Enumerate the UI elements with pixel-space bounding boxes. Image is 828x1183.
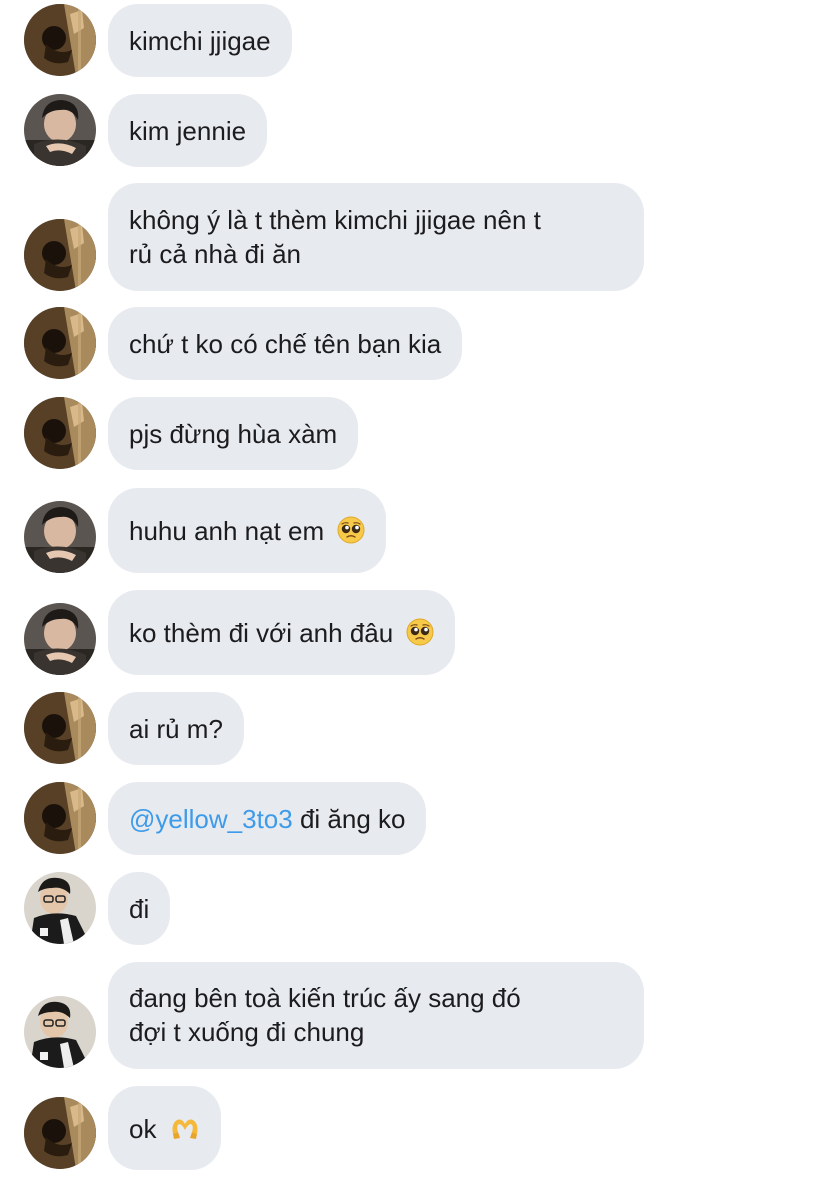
message-text: ok xyxy=(129,1114,157,1144)
message-bubble[interactable]: ok xyxy=(108,1086,221,1170)
message-bubble[interactable]: không ý là t thèm kimchi jjigae nên t rủ… xyxy=(108,183,644,291)
message-text: chứ t ko có chế tên bạn kia xyxy=(129,329,442,359)
message-bubble[interactable]: đang bên toà kiến trúc ấy sang đó đợi t … xyxy=(108,962,644,1069)
user-mention-link[interactable]: @yellow_3to3 xyxy=(129,804,293,834)
message-text: đi xyxy=(129,894,150,924)
message-bubble[interactable]: pjs đừng hùa xàm xyxy=(108,397,359,470)
avatar[interactable] xyxy=(24,692,96,764)
avatar[interactable] xyxy=(24,782,96,854)
message-bubble[interactable]: chứ t ko có chế tên bạn kia xyxy=(108,307,463,380)
message-bubble[interactable]: đi xyxy=(108,872,171,945)
message-text: ko thèm đi với anh đâu xyxy=(129,618,394,648)
message-bubble[interactable]: huhu anh nạt em xyxy=(108,488,387,573)
message-bubble[interactable]: @yellow_3to3 đi ăng ko xyxy=(108,782,427,855)
message-text: huhu anh nạt em xyxy=(129,516,325,546)
message-text-line: rủ cả nhà đi ăn xyxy=(129,239,302,269)
message-text-line: đang bên toà kiến trúc ấy sang đó xyxy=(129,983,521,1013)
message-text: kimchi jjigae xyxy=(129,26,271,56)
avatar[interactable] xyxy=(24,219,96,291)
message-text: kim jennie xyxy=(129,116,247,146)
avatar[interactable] xyxy=(24,996,96,1068)
message-text-line: không ý là t thèm kimchi jjigae nên t xyxy=(129,205,541,235)
message-text: đi ăng ko xyxy=(292,804,406,834)
message-bubble[interactable]: kim jennie xyxy=(108,94,268,167)
avatar[interactable] xyxy=(24,501,96,573)
pleading-face-emoji-icon xyxy=(406,618,434,646)
message-bubble[interactable]: kimchi jjigae xyxy=(108,4,292,77)
avatar[interactable] xyxy=(24,872,96,944)
avatar[interactable] xyxy=(24,307,96,379)
avatar[interactable] xyxy=(24,4,96,76)
heart-hands-emoji-icon xyxy=(170,1114,200,1142)
message-text: ai rủ m? xyxy=(129,714,223,744)
avatar[interactable] xyxy=(24,397,96,469)
avatar[interactable] xyxy=(24,603,96,675)
avatar[interactable] xyxy=(24,1097,96,1169)
message-bubble[interactable]: ko thèm đi với anh đâu xyxy=(108,590,456,675)
message-bubble[interactable]: ai rủ m? xyxy=(108,692,244,765)
avatar[interactable] xyxy=(24,94,96,166)
pleading-face-emoji-icon xyxy=(337,516,365,544)
message-text: pjs đừng hùa xàm xyxy=(129,419,338,449)
message-text-line: đợi t xuống đi chung xyxy=(129,1017,365,1047)
